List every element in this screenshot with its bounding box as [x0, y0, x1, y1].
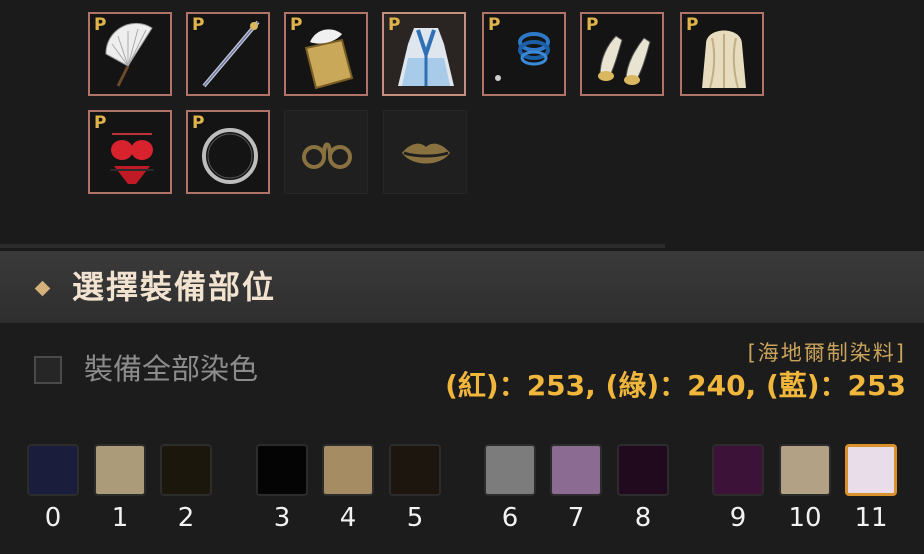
- premium-badge: P: [290, 15, 303, 35]
- dye-rgb-values: (紅)：253, (綠)：240, (藍)：253: [445, 369, 906, 402]
- color-swatch-label: 3: [273, 503, 291, 533]
- color-swatch-11[interactable]: [845, 444, 897, 496]
- glasses-icon: [302, 142, 352, 169]
- color-swatch-1[interactable]: [94, 444, 146, 496]
- premium-badge: P: [686, 15, 699, 35]
- premium-badge: P: [388, 15, 401, 35]
- color-swatch-4[interactable]: [322, 444, 374, 496]
- color-swatch-6[interactable]: [484, 444, 536, 496]
- color-swatch-label: 4: [339, 503, 357, 533]
- equip-slot-book[interactable]: P: [284, 12, 368, 96]
- color-swatch-10[interactable]: [779, 444, 831, 496]
- equip-slot-shoes[interactable]: P: [580, 12, 664, 96]
- equip-slot-staff[interactable]: P: [186, 12, 270, 96]
- dye-all-checkbox[interactable]: [34, 356, 62, 384]
- premium-badge: P: [192, 113, 205, 133]
- section-title: 選擇裝備部位: [72, 268, 277, 306]
- color-swatch-label: 10: [788, 503, 822, 533]
- premium-badge: P: [192, 15, 205, 35]
- color-swatch-label: 0: [44, 503, 62, 533]
- color-swatch-label: 9: [729, 503, 747, 533]
- premium-badge: P: [586, 15, 599, 35]
- equip-slot-glasses[interactable]: [284, 110, 368, 194]
- color-swatch-3[interactable]: [256, 444, 308, 496]
- color-swatch-label: 2: [177, 503, 195, 533]
- color-swatch-8[interactable]: [617, 444, 669, 496]
- premium-badge: P: [94, 15, 107, 35]
- color-swatch-label: 1: [111, 503, 129, 533]
- lips-icon: [402, 143, 450, 164]
- equip-slot-outfit[interactable]: P: [382, 12, 466, 96]
- equip-slot-ring[interactable]: P: [186, 110, 270, 194]
- color-swatch-0[interactable]: [27, 444, 79, 496]
- color-swatch-7[interactable]: [550, 444, 602, 496]
- equip-slot-fan[interactable]: P: [88, 12, 172, 96]
- panel-divider: [0, 244, 665, 248]
- dye-all-label[interactable]: 裝備全部染色: [84, 346, 258, 388]
- premium-badge: P: [488, 15, 501, 35]
- equip-slot-underwear[interactable]: P: [88, 110, 172, 194]
- equip-slot-wig[interactable]: P: [680, 12, 764, 96]
- equip-slot-lips[interactable]: [383, 110, 467, 194]
- equip-slot-bracelet[interactable]: P: [482, 12, 566, 96]
- premium-badge: P: [94, 113, 107, 133]
- color-swatch-5[interactable]: [389, 444, 441, 496]
- color-swatch-9[interactable]: [712, 444, 764, 496]
- dye-name: [海地爾制染料]: [747, 341, 906, 365]
- color-swatch-label: 7: [567, 503, 585, 533]
- color-swatch-2[interactable]: [160, 444, 212, 496]
- color-swatch-label: 6: [501, 503, 519, 533]
- color-swatch-label: 11: [854, 503, 888, 533]
- color-swatch-label: 5: [406, 503, 424, 533]
- color-swatch-label: 8: [634, 503, 652, 533]
